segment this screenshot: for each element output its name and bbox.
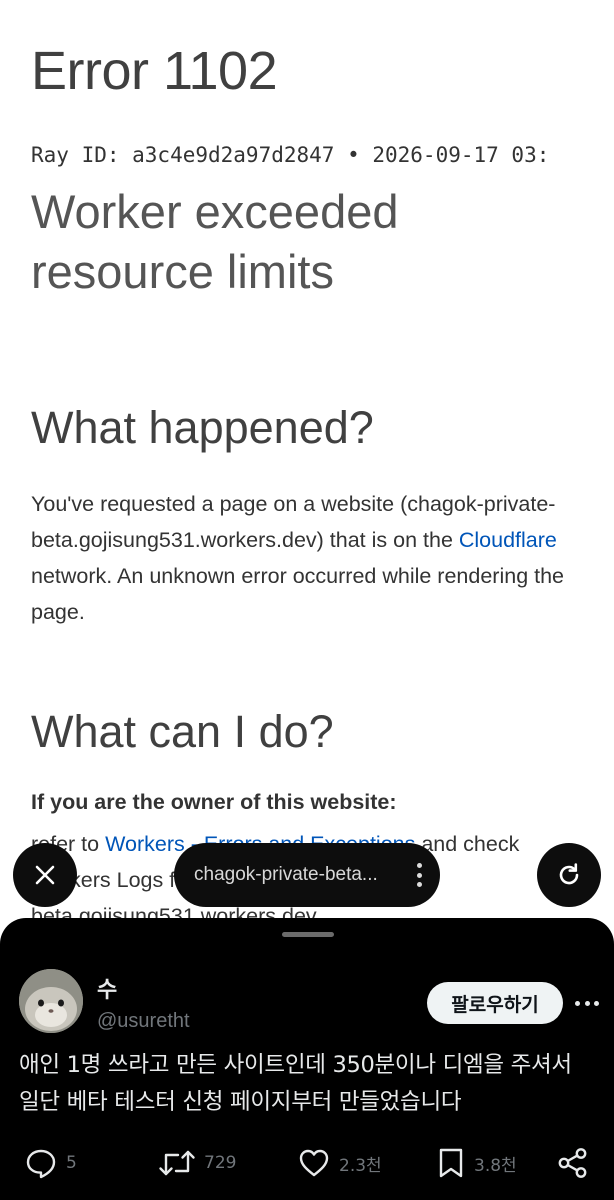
what-can-i-do-heading: What can I do?: [31, 706, 334, 757]
what-happened-text-end: network. An unknown error occurred while…: [31, 564, 565, 624]
like-button[interactable]: 2.3천: [297, 1140, 382, 1186]
like-count: 2.3천: [339, 1155, 382, 1176]
more-vertical-icon[interactable]: [416, 863, 422, 887]
what-happened-heading: What happened?: [31, 402, 374, 453]
retweet-count: 729: [204, 1153, 237, 1173]
url-bar[interactable]: chagok-private-beta...: [174, 843, 440, 907]
retweet-button[interactable]: 729: [158, 1140, 236, 1186]
bookmark-icon: [439, 1148, 463, 1178]
close-button[interactable]: [13, 843, 77, 907]
more-horizontal-icon[interactable]: [575, 992, 599, 1014]
bookmark-count: 3.8천: [474, 1155, 517, 1176]
display-name[interactable]: 수: [97, 972, 117, 1004]
share-button[interactable]: [556, 1140, 590, 1186]
what-happened-text: You've requested a page on a website (ch…: [31, 486, 601, 630]
tweet-actions: 5 729 2.3천 3.8천: [0, 1140, 614, 1186]
avatar[interactable]: [19, 969, 83, 1033]
reply-count: 5: [66, 1153, 77, 1173]
sheet-drag-handle[interactable]: [282, 932, 334, 937]
reply-icon: [26, 1149, 56, 1179]
user-handle[interactable]: @usuretht: [97, 1010, 190, 1033]
bookmark-button[interactable]: 3.8천: [436, 1140, 517, 1186]
ray-id: Ray ID: a3c4e9d2a97d2847 • 2026-09-17 03…: [31, 143, 550, 167]
close-icon: [35, 865, 55, 885]
error-title: Error 1102: [31, 41, 278, 101]
reload-button[interactable]: [537, 843, 601, 907]
error-subtitle: Worker exceeded resource limits: [31, 185, 399, 298]
tweet-text: 애인 1명 쓰라고 만든 사이트인데 350분이나 디엠을 주셔서 일단 베타 …: [19, 1052, 572, 1115]
reply-button[interactable]: 5: [24, 1140, 77, 1186]
error-page: Error 1102 Ray ID: a3c4e9d2a97d2847 • 20…: [0, 0, 614, 960]
url-text: chagok-private-beta...: [194, 864, 378, 885]
follow-button[interactable]: 팔로우하기: [427, 982, 563, 1024]
cloudflare-link[interactable]: Cloudflare: [459, 528, 557, 552]
share-icon: [558, 1148, 587, 1178]
reload-icon: [559, 863, 579, 885]
avatar-image: [19, 969, 83, 1033]
heart-icon: [299, 1149, 329, 1177]
owner-label: If you are the owner of this website:: [31, 790, 397, 814]
retweet-icon: [159, 1150, 195, 1176]
